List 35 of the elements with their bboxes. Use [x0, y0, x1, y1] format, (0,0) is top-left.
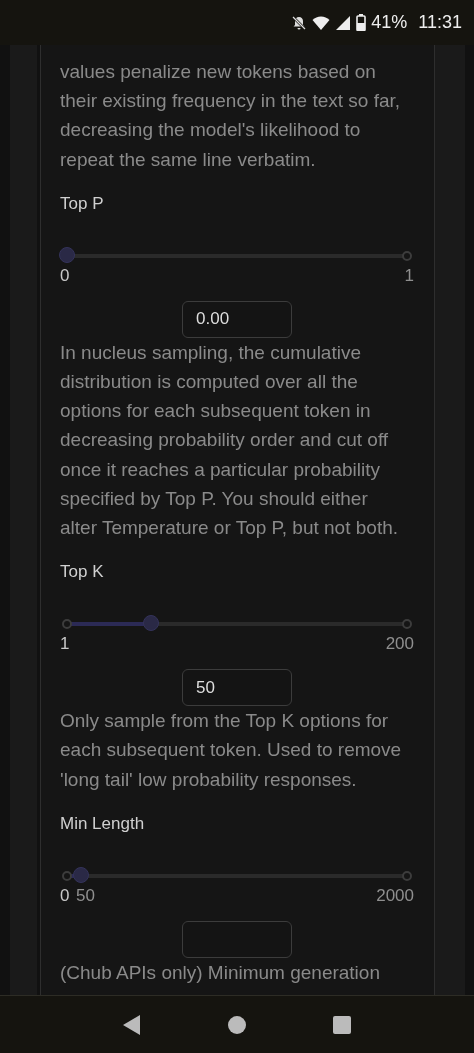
- slider-max-label: 1: [404, 264, 414, 287]
- slider[interactable]: [60, 246, 414, 265]
- setting-description: values penalize new tokens based on their existing frequency in the text so far, decreasing the model's likelihood to repeat the same line verbatim.: [60, 60, 402, 172]
- slider-end-icon: [402, 619, 412, 630]
- slider-max-label: 200: [385, 633, 414, 656]
- setting-description: In nucleus sampling, the cumulative distribution is computed over all the options for each subsequent token in decreasing probability order and cut off once it reaches a particular probability specified by Top P. You should either alter Temperature or Top P, but not both.: [60, 340, 399, 541]
- value-input[interactable]: 50: [182, 669, 292, 707]
- slider-end-icon: [62, 870, 72, 881]
- slider-thumb[interactable]: [59, 246, 75, 263]
- setting-description: Only sample from the Top K options for each subsequent token. Used to remove 'long tail' low probability responses.: [60, 709, 403, 792]
- clock-time: 11:31: [418, 12, 462, 33]
- bell-off-icon: [291, 14, 308, 31]
- setting-description: (Chub APIs only) Minimum generation: [60, 960, 381, 985]
- setting-label: Top K: [60, 561, 105, 584]
- slider-min-label: 1: [60, 633, 70, 656]
- slider-thumb[interactable]: [142, 615, 159, 632]
- recent-apps-icon[interactable]: [332, 1014, 352, 1035]
- setting-label: Min Length: [60, 812, 146, 835]
- home-icon[interactable]: [226, 1013, 248, 1036]
- slider-value-label: 50: [76, 884, 95, 907]
- slider-max-label: 2000: [376, 884, 414, 907]
- slider-end-icon: [402, 250, 412, 261]
- slider-end-icon: [62, 619, 72, 630]
- slider[interactable]: [60, 866, 414, 885]
- setting-label: Top P: [60, 192, 105, 215]
- value-input[interactable]: [182, 920, 292, 958]
- signal-icon: [335, 14, 352, 31]
- slider-min-label: 0: [60, 884, 70, 907]
- value-input[interactable]: 0.00: [182, 300, 292, 338]
- battery-icon: [356, 14, 367, 31]
- wifi-icon: [312, 14, 331, 31]
- slider-min-label: 0: [60, 264, 70, 287]
- battery-percent: 41%: [371, 12, 408, 33]
- back-icon[interactable]: [122, 1013, 142, 1036]
- slider-end-icon: [402, 870, 412, 881]
